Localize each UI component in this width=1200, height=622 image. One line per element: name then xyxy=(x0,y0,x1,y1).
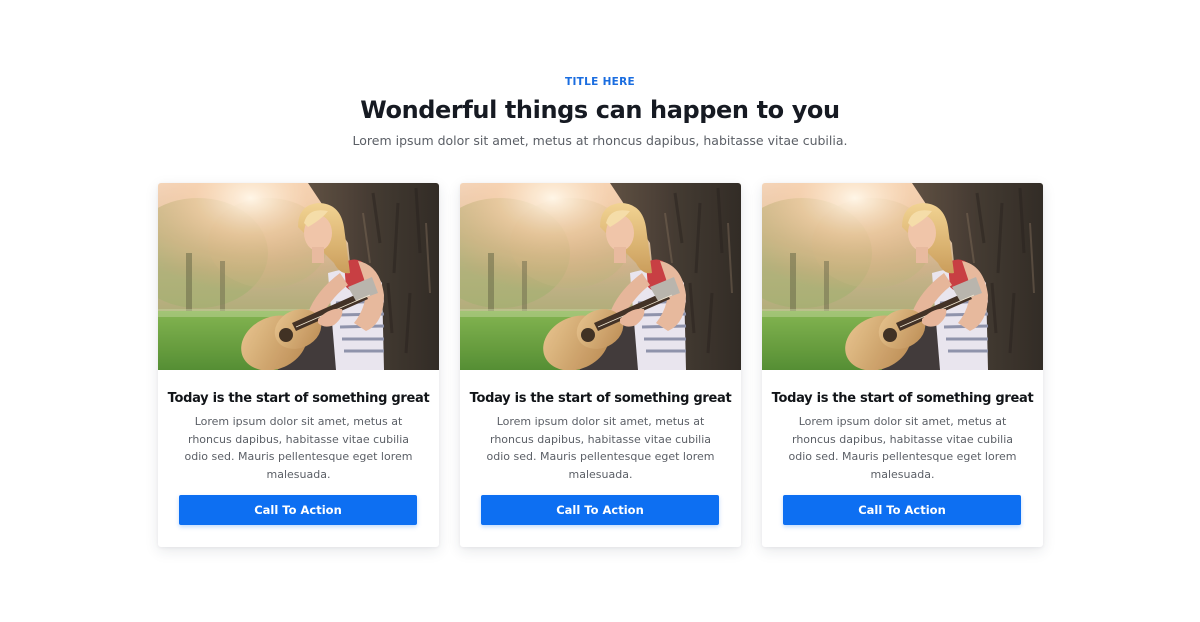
card-image xyxy=(158,183,439,370)
call-to-action-button[interactable]: Call To Action xyxy=(179,495,417,525)
card-image xyxy=(762,183,1043,370)
call-to-action-button[interactable]: Call To Action xyxy=(783,495,1021,525)
card-title: Today is the start of something great xyxy=(167,391,430,406)
card-description: Lorem ipsum dolor sit amet, metus at rho… xyxy=(184,415,413,481)
call-to-action-button[interactable]: Call To Action xyxy=(481,495,719,525)
woman-playing-guitar-photo xyxy=(460,183,741,370)
page-subtitle: Lorem ipsum dolor sit amet, metus at rho… xyxy=(352,133,848,148)
card-grid: Today is the start of something great Lo… xyxy=(158,183,1043,547)
card-image xyxy=(460,183,741,370)
card-title: Today is the start of something great xyxy=(469,391,732,406)
feature-card: Today is the start of something great Lo… xyxy=(158,183,439,547)
woman-playing-guitar-photo xyxy=(158,183,439,370)
feature-card: Today is the start of something great Lo… xyxy=(762,183,1043,547)
feature-card: Today is the start of something great Lo… xyxy=(460,183,741,547)
card-description: Lorem ipsum dolor sit amet, metus at rho… xyxy=(788,415,1017,481)
card-description: Lorem ipsum dolor sit amet, metus at rho… xyxy=(486,415,715,481)
card-title: Today is the start of something great xyxy=(771,391,1034,406)
woman-playing-guitar-photo xyxy=(762,183,1043,370)
page-title: Wonderful things can happen to you xyxy=(360,96,840,124)
eyebrow-label: TITLE HERE xyxy=(565,76,635,88)
